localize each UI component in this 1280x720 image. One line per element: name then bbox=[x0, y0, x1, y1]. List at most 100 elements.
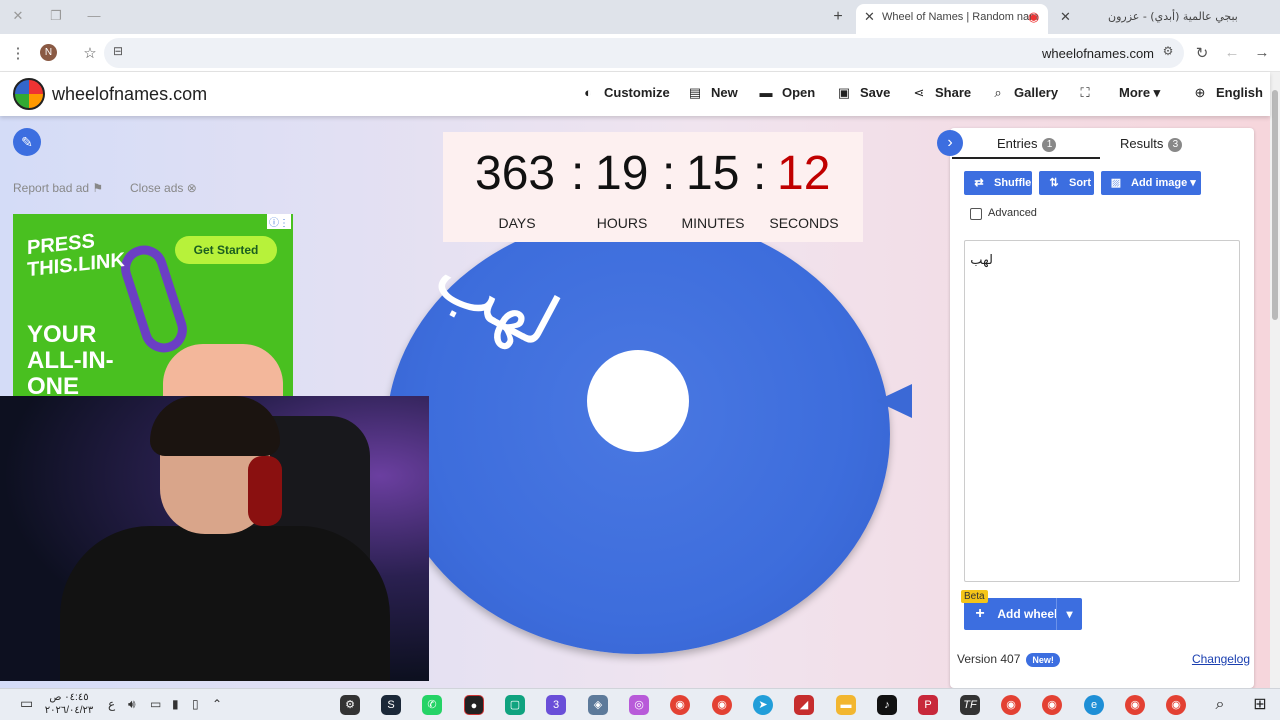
app-icon[interactable]: ◢ bbox=[794, 695, 814, 715]
language-button[interactable]: ⊕ English bbox=[1192, 85, 1263, 101]
app-icon[interactable]: ▢ bbox=[505, 695, 525, 715]
whatsapp-icon[interactable]: ✆ bbox=[422, 695, 442, 715]
open-button[interactable]: ▬ Open bbox=[758, 85, 816, 100]
gallery-button[interactable]: ⌕ Gallery bbox=[990, 85, 1058, 101]
version-text: Version 407 bbox=[957, 652, 1021, 666]
advanced-checkbox[interactable] bbox=[970, 208, 982, 220]
app-icon[interactable]: ◈ bbox=[588, 695, 608, 715]
add-image-button[interactable]: ▨ Add image ▾ bbox=[1101, 171, 1201, 195]
share-button[interactable]: ⋖ Share bbox=[911, 85, 972, 101]
app-icon[interactable]: P bbox=[918, 695, 938, 715]
ad-cta-button[interactable]: Get Started bbox=[175, 236, 277, 264]
results-count-badge: 3 bbox=[1168, 138, 1183, 152]
system-clock[interactable]: ٠٤:٤٥ ص ٢٠٢٦/٠٤/٢٣ bbox=[44, 691, 94, 717]
search-icon[interactable]: ⌕ bbox=[1210, 695, 1230, 715]
back-icon[interactable]: ← bbox=[1222, 44, 1242, 61]
ad-info-icon[interactable]: ⓘ⋮ bbox=[267, 214, 291, 229]
save-icon: ▣ bbox=[837, 85, 851, 100]
notification-icon[interactable]: ▭ bbox=[20, 695, 33, 712]
star-icon[interactable]: ☆ bbox=[80, 44, 100, 62]
tiktok-icon[interactable]: ♪ bbox=[877, 695, 897, 715]
menu-dots-icon[interactable]: ⋮ bbox=[8, 44, 28, 62]
battery-icon[interactable]: ▯ bbox=[192, 697, 199, 711]
wheel-favicon-icon: ◉ bbox=[1028, 9, 1040, 24]
translate-icon[interactable]: ⊟ bbox=[108, 44, 128, 58]
app-icon[interactable]: 3 bbox=[546, 695, 566, 715]
chrome-icon[interactable]: ◉ bbox=[712, 695, 732, 715]
steam-icon[interactable]: S bbox=[381, 695, 401, 715]
edge-icon[interactable]: e bbox=[1084, 695, 1104, 715]
sort-button[interactable]: ⇅ Sort bbox=[1039, 171, 1094, 195]
chrome-icon[interactable]: ◉ bbox=[1125, 695, 1145, 715]
volume-icon[interactable]: 🔊︎ bbox=[128, 697, 136, 712]
more-button[interactable]: More ▾ bbox=[1119, 85, 1160, 101]
chrome-icon[interactable]: ◉ bbox=[670, 695, 690, 715]
chrome-icon[interactable]: ◉ bbox=[1042, 695, 1062, 715]
sort-icon: ⇅ bbox=[1049, 177, 1059, 189]
chevron-down-icon[interactable]: ▾ bbox=[1190, 177, 1196, 189]
tab-entries[interactable]: Entries 1 bbox=[997, 136, 1057, 152]
app-icon[interactable]: TF bbox=[960, 695, 980, 715]
headphones bbox=[248, 456, 282, 526]
app-icon[interactable]: ◎ bbox=[629, 695, 649, 715]
close-ads-link[interactable]: Close ads ⊗ bbox=[130, 181, 197, 195]
folder-icon[interactable]: ▬ bbox=[836, 695, 856, 715]
chevron-up-icon[interactable]: ⌃ bbox=[212, 697, 222, 711]
scrollbar-thumb[interactable] bbox=[1272, 90, 1278, 320]
obs-icon[interactable]: ● bbox=[464, 695, 484, 715]
chevron-down-icon[interactable]: ▾ bbox=[1056, 598, 1082, 630]
chrome-icon[interactable]: ◉ bbox=[1001, 695, 1021, 715]
mic-icon[interactable]: ▮ bbox=[172, 697, 179, 711]
new-button[interactable]: ▤ New bbox=[687, 85, 738, 101]
tab-wheel-of-names[interactable]: ✕ Wheel of Names | Random nam ◉ bbox=[856, 4, 1048, 34]
version-info: Version 407 New! bbox=[957, 652, 1060, 667]
browser-tab-strip: ✕ ❐ — + ✕ Wheel of Names | Random nam ◉ … bbox=[0, 0, 1280, 34]
results-tab-label: Results bbox=[1120, 136, 1164, 151]
minimize-window-icon[interactable]: — bbox=[84, 8, 104, 26]
chrome-icon[interactable]: ◉ bbox=[1166, 695, 1186, 715]
start-icon[interactable]: ⊞ bbox=[1250, 695, 1270, 715]
forward-icon[interactable]: → bbox=[1252, 44, 1272, 61]
close-window-icon[interactable]: ✕ bbox=[8, 8, 28, 26]
sort-label: Sort bbox=[1069, 177, 1091, 189]
changelog-link[interactable]: Changelog bbox=[1192, 652, 1250, 666]
site-settings-icon[interactable]: ⚙ bbox=[1158, 44, 1178, 58]
report-ad-label: Report bad ad bbox=[13, 181, 90, 195]
close-tab-icon[interactable]: ✕ bbox=[1060, 4, 1071, 30]
reload-icon[interactable]: ↻ bbox=[1192, 44, 1212, 62]
file-icon: ▤ bbox=[688, 85, 702, 100]
report-ad-link[interactable]: Report bad ad ⚑ bbox=[13, 181, 103, 195]
settings-icon[interactable]: ⚙ bbox=[340, 695, 360, 715]
telegram-icon[interactable]: ➤ bbox=[753, 695, 773, 715]
active-tab-indicator bbox=[952, 157, 1100, 159]
customize-button[interactable]: ◐ Customize bbox=[580, 85, 670, 100]
keyboard-language[interactable]: ع bbox=[108, 697, 115, 711]
advertisement[interactable]: PRESS THIS.LINK YOUR ALL-IN-ONE TOOL FOR… bbox=[13, 214, 293, 396]
shuffle-button[interactable]: ⇄ Shuffle bbox=[964, 171, 1032, 195]
site-brand[interactable]: wheelofnames.com bbox=[52, 84, 207, 105]
url-text[interactable]: wheelofnames.com bbox=[1042, 46, 1154, 61]
edit-pencil-icon[interactable]: ✎ bbox=[13, 128, 41, 156]
restore-window-icon[interactable]: ❐ bbox=[46, 8, 66, 26]
tab-title: Wheel of Names | Random nam bbox=[882, 11, 1039, 23]
collapse-panel-icon[interactable]: › bbox=[937, 130, 963, 156]
omnibox[interactable]: ☆ ⊟ wheelofnames.com ⚙ bbox=[83, 38, 1184, 68]
save-button[interactable]: ▣ Save bbox=[836, 85, 891, 101]
person-body bbox=[60, 526, 390, 681]
profile-avatar[interactable]: N bbox=[40, 44, 57, 61]
entries-textarea[interactable]: لهب bbox=[964, 240, 1240, 582]
add-image-label: Add image bbox=[1131, 177, 1188, 189]
wheel-hub[interactable] bbox=[587, 350, 689, 452]
ad-body: YOUR ALL-IN-ONE TOOL FOR bbox=[27, 321, 114, 397]
more-label: More ▾ bbox=[1119, 85, 1161, 100]
fullscreen-button[interactable]: ⛶ bbox=[1077, 85, 1101, 101]
page-scrollbar[interactable] bbox=[1270, 72, 1280, 688]
close-tab-icon[interactable]: ✕ bbox=[864, 4, 875, 30]
site-logo-icon[interactable] bbox=[13, 78, 45, 110]
new-tab-button[interactable]: + bbox=[828, 8, 848, 26]
tab-results[interactable]: Results 3 bbox=[1120, 136, 1183, 152]
network-icon[interactable]: ▭ bbox=[150, 697, 161, 711]
save-label: Save bbox=[860, 85, 891, 100]
tab-pubg[interactable]: ✕ ببجي عالمية (أبدي) - عزرون bbox=[1056, 4, 1256, 34]
open-label: Open bbox=[782, 85, 816, 100]
